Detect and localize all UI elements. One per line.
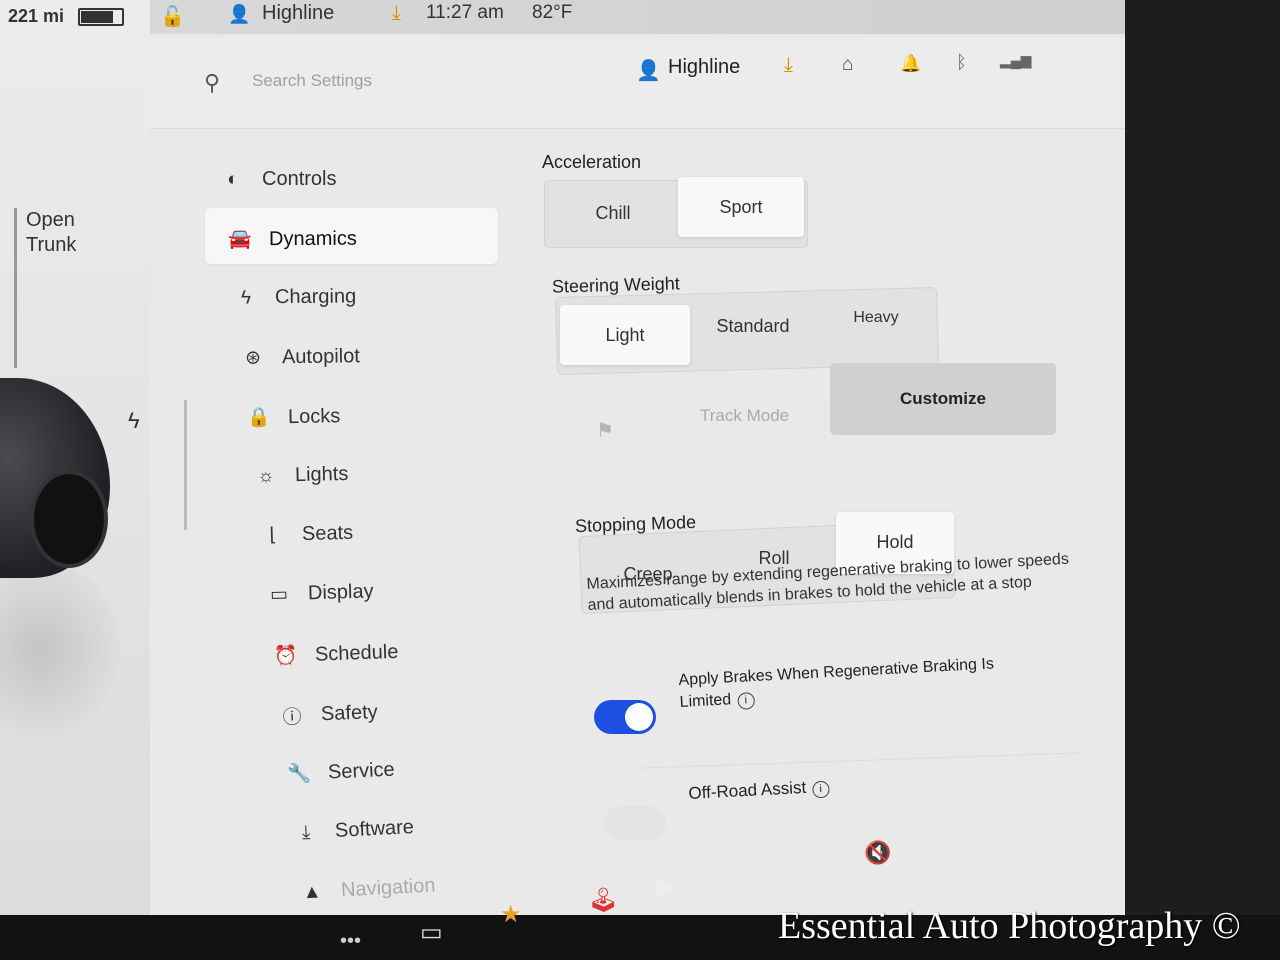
steering-option-standard[interactable]: Standard [690,296,816,356]
profile-icon: 👤 [228,4,251,24]
car-wheel [30,470,108,568]
light-icon: ☼ [257,465,275,487]
media-card-icon[interactable]: ▭ [420,918,443,947]
search-input[interactable] [250,68,554,94]
info-icon[interactable]: i [811,780,830,799]
toggle-knob [625,703,653,731]
customize-button[interactable]: Customize [830,363,1056,435]
sidebar-item-label: Safety [320,700,379,726]
sidebar-item-controls[interactable]: ◐ Controls [220,168,336,191]
mute-icon[interactable]: 🔇 [864,840,891,866]
sidebar-item-label: Schedule [314,639,399,665]
track-mode-label: Track Mode [700,406,790,425]
row-divider [640,752,1080,769]
bell-icon[interactable]: 🔔 [900,54,921,74]
info-icon[interactable]: i [736,692,755,710]
apply-brakes-toggle[interactable] [594,700,656,734]
toybox-icon[interactable]: ★ [500,900,522,929]
profile-name[interactable]: Highline [262,2,334,25]
acceleration-label: Acceleration [542,152,642,172]
arcade-icon[interactable]: 🕹 [588,886,618,915]
clock: 11:27 am [426,2,504,23]
off-road-assist-label: Off-Road Assist [688,777,807,803]
sidebar-item-lights[interactable]: ☼ Lights [253,463,349,488]
sidebar-item-label: Seats [301,521,354,546]
download-icon[interactable]: ⤓ [392,2,401,25]
lock-icon: 🔒 [247,407,272,429]
panel-divider [184,400,187,530]
trunk-line [14,208,17,368]
safety-icon: ⓘ [282,706,303,729]
sidebar-item-navigation[interactable]: ▲ Navigation [299,875,437,905]
bluetooth-icon[interactable]: ᛒ [956,52,967,73]
more-apps-icon[interactable]: ••• [340,930,361,953]
sidebar-item-safety[interactable]: ⓘ Safety [279,699,379,730]
car-icon: 🚘 [227,229,252,251]
sidebar-item-label: Autopilot [281,344,360,368]
watermark: Essential Auto Photography © [778,905,1241,947]
display-icon: ▭ [269,584,289,606]
sidebar-item-label: Service [327,758,396,784]
signal-icon: ▂▄▆ [1000,52,1032,68]
sidebar-item-label: Dynamics [268,227,357,250]
sidebar-item-label: Locks [288,404,341,428]
sidebar-item-label: Display [307,580,375,605]
screen-bezel [1110,0,1280,960]
sidebar-item-label: Charging [275,285,357,309]
sidebar-item-label: Controls [262,168,337,190]
steering-option-light[interactable]: Light [560,305,690,365]
charge-port-icon[interactable]: ϟ [128,408,140,434]
steering-option-heavy[interactable]: Heavy [816,288,936,348]
profile-icon: 👤 [636,60,661,82]
seat-icon: ⌊ [268,524,277,547]
battery-icon [78,8,124,26]
sidebar-item-service[interactable]: 🔧 Service [286,758,396,787]
homelink-icon[interactable]: ⌂ [842,54,853,76]
download-icon: ⤓ [300,821,311,844]
sidebar-item-display[interactable]: ▭ Display [266,581,374,607]
battery-fill [81,11,113,23]
sidebar-item-software[interactable]: ⤓ Software [292,816,414,845]
sidebar-item-seats[interactable]: ⌊ Seats [259,522,353,547]
touchscreen: 221 mi Open Trunk ϟ 🔓 👤 Highline ⤓ 11:27… [0,0,1125,915]
unlock-icon[interactable]: 🔓 [160,4,185,29]
sidebar-item-label: Software [334,816,414,843]
range-readout: 221 mi [8,6,65,26]
search-icon: ⚲ [204,70,221,95]
theater-icon[interactable]: ▶ [656,872,674,901]
download-icon[interactable]: ⤓ [784,54,793,77]
sidebar-item-dynamics[interactable]: 🚘 Dynamics [227,227,357,252]
apply-brakes-row: Apply Brakes When Regenerative Braking I… [678,651,1040,714]
sidebar-item-charging[interactable]: ϟ Charging [233,286,356,310]
toggle-icon: ◐ [227,168,239,190]
alarm-icon: ⏰ [273,644,299,667]
acceleration-option-chill[interactable]: Chill [548,183,678,243]
open-trunk-button[interactable]: Open Trunk [26,208,76,258]
bolt-icon: ϟ [241,287,252,309]
off-road-assist-toggle[interactable] [604,806,666,840]
sidebar-item-label: Lights [294,462,349,487]
wrench-icon: 🔧 [286,763,312,786]
sidebar-item-schedule[interactable]: ⏰ Schedule [272,639,399,667]
sidebar-item-autopilot[interactable]: ⊛ Autopilot [240,345,360,370]
flag-icon: ⚑ [596,420,614,442]
steering-wheel-icon: ⊛ [244,347,261,369]
sidebar-item-label: Navigation [340,874,437,902]
sidebar-item-locks[interactable]: 🔒 Locks [246,404,341,430]
header-profile-name[interactable]: Highline [668,56,740,79]
off-road-assist-row: Off-Road Assist i [688,777,830,805]
temperature: 82°F [532,2,573,23]
acceleration-option-sport[interactable]: Sport [678,177,804,237]
apply-brakes-label: Apply Brakes When Regenerative Braking I… [678,655,995,711]
navigation-icon: ▲ [302,881,323,904]
